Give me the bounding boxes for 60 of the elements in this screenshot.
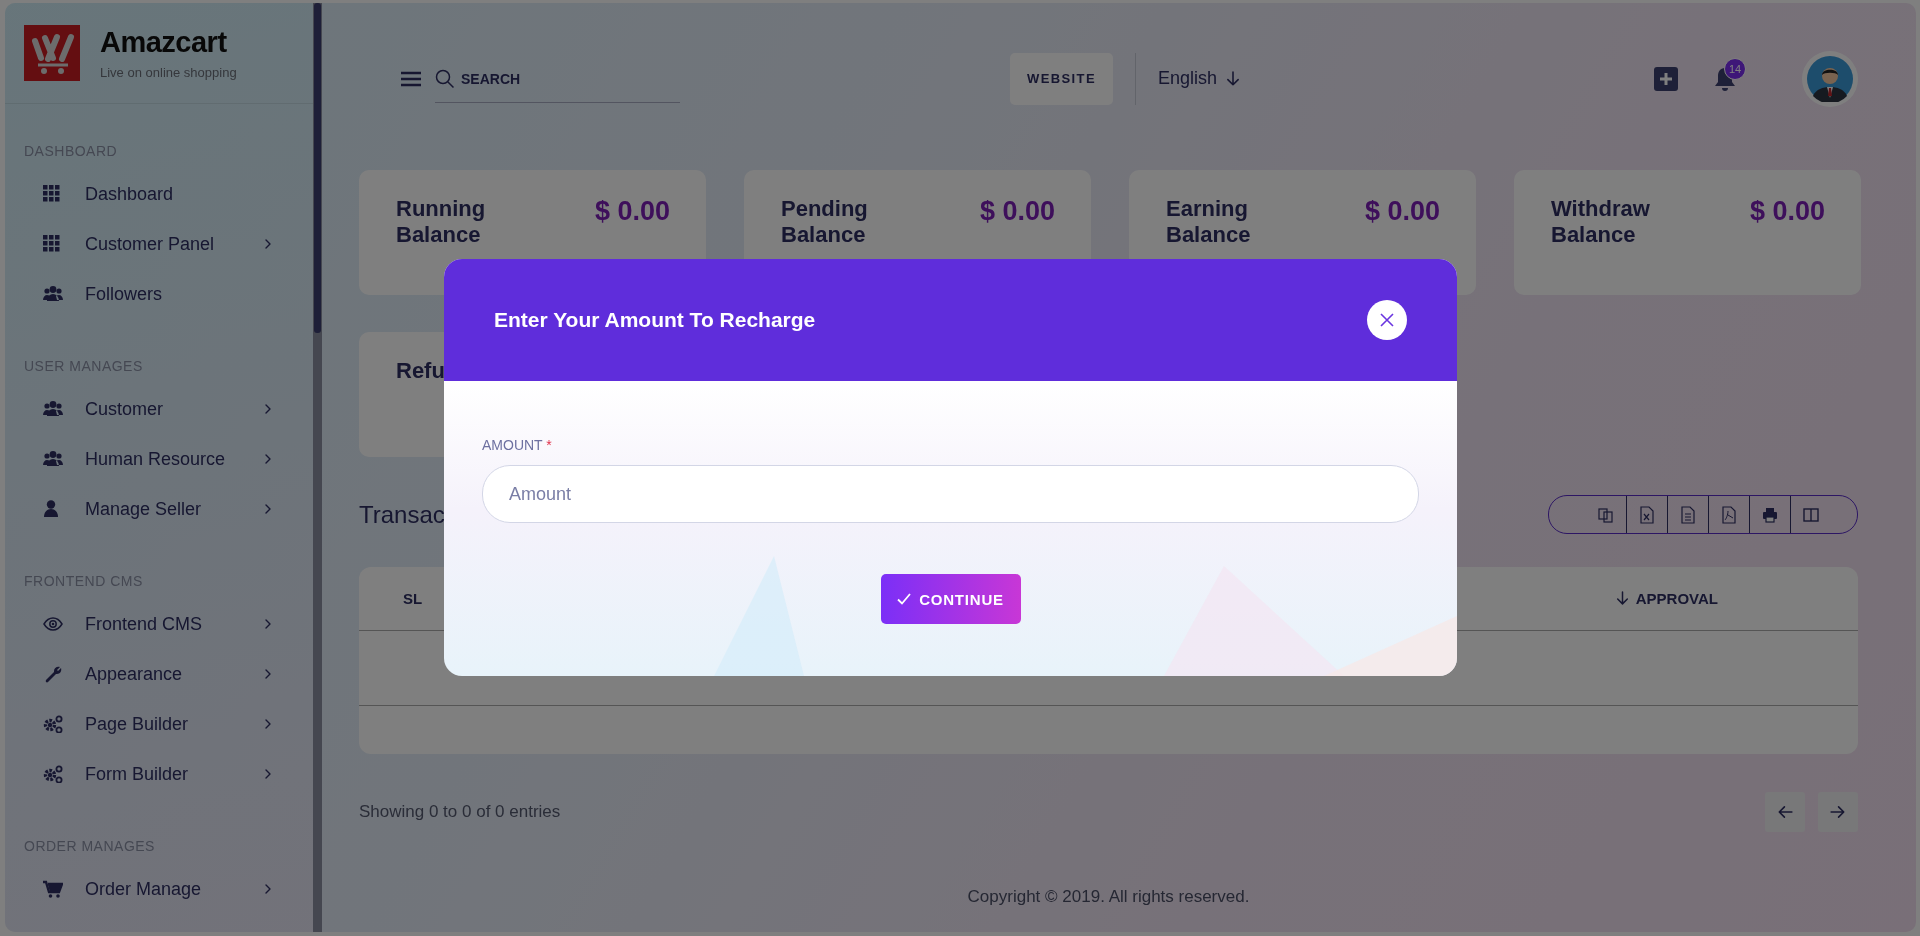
card-value: $ 0.00	[594, 196, 670, 227]
check-icon	[897, 593, 912, 605]
sidebar-item[interactable]: Page Builder	[5, 699, 275, 749]
logo	[24, 25, 80, 81]
search-icon	[435, 68, 455, 89]
dialog-title: Enter Your Amount To Recharge	[494, 308, 816, 332]
sidebar-item[interactable]: Dashboard	[5, 169, 275, 219]
column-header[interactable]: SL	[403, 590, 423, 607]
users-icon	[43, 450, 63, 468]
card-label: Withdraw Balance	[1551, 196, 1651, 249]
continue-button[interactable]: CONTINUE	[880, 574, 1021, 624]
sidebar-item[interactable]: Manage Seller	[5, 484, 275, 534]
field-label: AMOUNT *	[482, 437, 553, 453]
sidebar-item[interactable]: Appearance	[5, 649, 275, 699]
scrollbar[interactable]	[313, 3, 322, 932]
grid-icon	[43, 185, 63, 203]
sidebar-item[interactable]: Followers	[5, 269, 275, 319]
language-selector[interactable]: English	[1158, 68, 1242, 89]
gears-icon	[43, 715, 63, 733]
eye-icon	[43, 615, 63, 633]
wrench-icon	[43, 665, 63, 683]
close-button[interactable]	[1367, 300, 1407, 340]
card-label: Earning Balance	[1166, 196, 1252, 249]
arrow-right-icon	[1830, 804, 1846, 820]
sidebar-item[interactable]: Customer Panel	[5, 219, 275, 269]
sidebar-item[interactable]: Frontend CMS	[5, 599, 275, 649]
amount-field[interactable]: Amount	[482, 465, 1419, 523]
sidebar-item[interactable]: Customer	[5, 384, 275, 434]
arrow-left-icon	[1777, 804, 1793, 820]
brand-name: Amazcart	[100, 26, 228, 59]
next-page-button[interactable]	[1818, 792, 1858, 832]
card-value: $ 0.00	[979, 196, 1055, 227]
previous-page-button[interactable]	[1765, 792, 1805, 832]
menu-button[interactable]	[401, 70, 421, 87]
entries-summary: Showing 0 to 0 of 0 entries	[359, 802, 561, 822]
card-label: Running Balance	[396, 196, 487, 249]
section-title: Transac	[359, 500, 445, 529]
search-field[interactable]: SEARCH	[435, 54, 680, 103]
users-icon	[43, 400, 63, 418]
card-value: $ 0.00	[1364, 196, 1440, 227]
grid-icon	[43, 235, 63, 253]
card-label: Pending Balance	[781, 196, 869, 249]
sort-arrow-icon	[1614, 591, 1630, 606]
brand-tagline: Live on online shopping	[100, 65, 237, 80]
users-icon	[43, 285, 63, 303]
sidebar-item[interactable]: Form Builder	[5, 749, 275, 799]
sidebar-item[interactable]: Order Manage	[5, 864, 275, 914]
menu-icon	[401, 70, 421, 87]
notification-badge: 14	[1724, 57, 1746, 80]
column-header[interactable]: APPROVAL	[1614, 590, 1718, 607]
sidebar-item[interactable]: Human Resource	[5, 434, 275, 484]
add-icon[interactable]	[1654, 66, 1678, 91]
cart-icon	[43, 880, 63, 898]
card-value: $ 0.00	[1749, 196, 1825, 227]
website-button[interactable]: WEBSITE	[1010, 52, 1114, 105]
close-icon	[1379, 312, 1395, 328]
gears-icon	[43, 765, 63, 783]
arrow-down-icon	[1225, 70, 1242, 87]
copyright: Copyright © 2019. All rights reserved.	[967, 887, 1250, 907]
card-label: Refu	[396, 358, 445, 385]
